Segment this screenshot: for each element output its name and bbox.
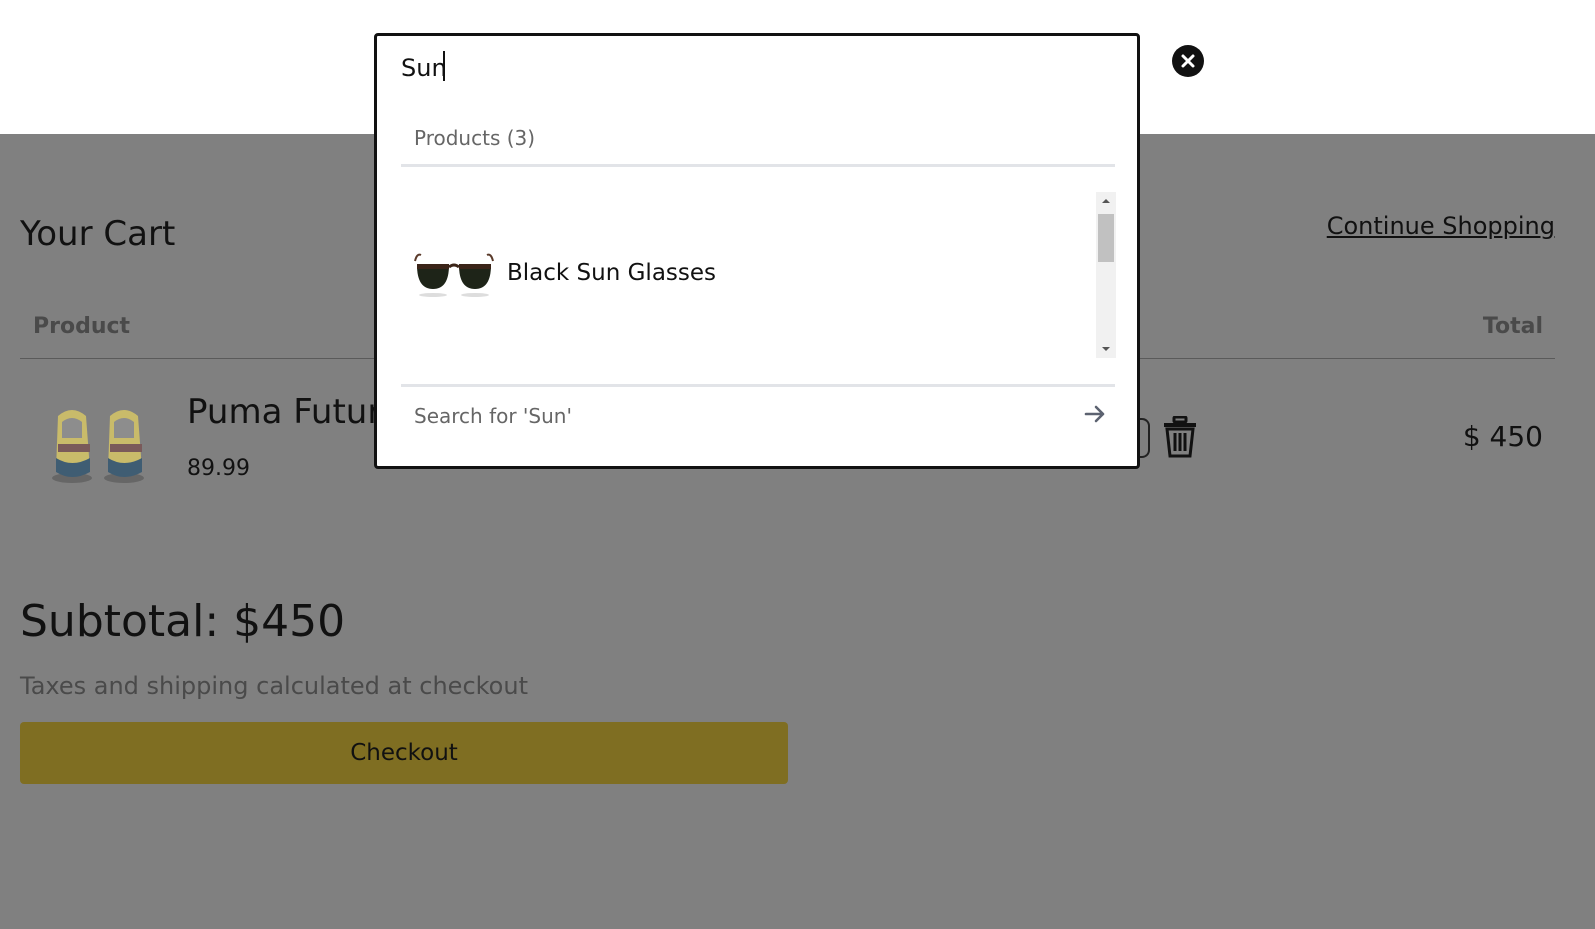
products-heading: Products (3) [414,126,536,150]
continue-shopping-link[interactable]: Continue Shopping [1327,212,1555,240]
sneakers-thumbnail[interactable] [46,398,150,488]
subtotal: Subtotal: $450 [20,596,346,647]
scrollbar-thumb[interactable] [1098,214,1114,262]
results-scrollbar[interactable] [1096,192,1116,358]
products-divider [401,164,1115,167]
scroll-down-arrow-icon[interactable] [1096,340,1116,358]
search-input[interactable] [401,48,1001,88]
cart-title: Your Cart [20,214,176,254]
column-header-product: Product [33,314,131,339]
close-search-button[interactable] [1172,45,1204,77]
trash-icon[interactable] [1163,416,1197,458]
search-modal: Products (3) Black Sun Glasses Search fo… [374,33,1140,469]
footer-divider [401,384,1115,387]
close-icon [1181,54,1195,68]
search-result-item[interactable]: Black Sun Glasses [413,243,716,303]
cart-item-total: $ 450 [1462,420,1543,453]
scroll-up-arrow-icon[interactable] [1096,192,1116,210]
search-result-label: Black Sun Glasses [507,260,717,286]
taxes-note: Taxes and shipping calculated at checkou… [20,672,528,700]
cart-item-name[interactable]: Puma Futur [187,392,381,432]
search-results-list[interactable]: Black Sun Glasses [401,193,1115,359]
arrow-right-icon[interactable] [1083,402,1107,426]
checkout-button[interactable]: Checkout [20,722,788,784]
search-for-link[interactable]: Search for 'Sun' [414,404,572,428]
column-header-total: Total [1482,314,1543,339]
text-caret [443,51,445,81]
cart-item-price: 89.99 [187,456,250,481]
sunglasses-thumbnail [414,253,494,297]
